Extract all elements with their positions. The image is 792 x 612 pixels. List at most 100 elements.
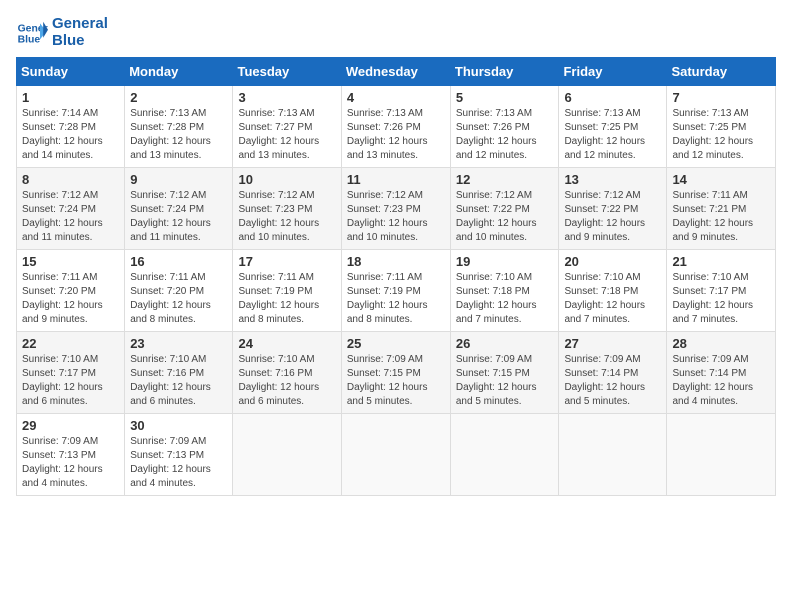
day-info: Sunrise: 7:10 AM Sunset: 7:16 PM Dayligh…: [238, 353, 335, 409]
day-info: Sunrise: 7:10 AM Sunset: 7:18 PM Dayligh…: [564, 271, 661, 327]
calendar-cell: 14 Sunrise: 7:11 AM Sunset: 7:21 PM Dayl…: [667, 168, 776, 250]
day-info: Sunrise: 7:11 AM Sunset: 7:19 PM Dayligh…: [238, 271, 335, 327]
calendar-cell: 7 Sunrise: 7:13 AM Sunset: 7:25 PM Dayli…: [667, 86, 776, 168]
day-number: 6: [564, 90, 661, 105]
calendar-cell: 5 Sunrise: 7:13 AM Sunset: 7:26 PM Dayli…: [450, 86, 559, 168]
calendar-week-row: 8 Sunrise: 7:12 AM Sunset: 7:24 PM Dayli…: [17, 168, 776, 250]
day-info: Sunrise: 7:11 AM Sunset: 7:21 PM Dayligh…: [672, 189, 770, 245]
day-number: 29: [22, 418, 119, 433]
day-number: 9: [130, 172, 227, 187]
day-info: Sunrise: 7:09 AM Sunset: 7:14 PM Dayligh…: [564, 353, 661, 409]
calendar-cell: 24 Sunrise: 7:10 AM Sunset: 7:16 PM Dayl…: [233, 332, 341, 414]
calendar-week-row: 29 Sunrise: 7:09 AM Sunset: 7:13 PM Dayl…: [17, 414, 776, 496]
day-number: 8: [22, 172, 119, 187]
day-number: 10: [238, 172, 335, 187]
calendar-cell: 27 Sunrise: 7:09 AM Sunset: 7:14 PM Dayl…: [559, 332, 667, 414]
calendar-cell: 2 Sunrise: 7:13 AM Sunset: 7:28 PM Dayli…: [125, 86, 233, 168]
calendar-cell: 3 Sunrise: 7:13 AM Sunset: 7:27 PM Dayli…: [233, 86, 341, 168]
day-info: Sunrise: 7:10 AM Sunset: 7:17 PM Dayligh…: [22, 353, 119, 409]
logo-icon: General Blue: [16, 17, 48, 49]
calendar-cell: 10 Sunrise: 7:12 AM Sunset: 7:23 PM Dayl…: [233, 168, 341, 250]
calendar-cell: 17 Sunrise: 7:11 AM Sunset: 7:19 PM Dayl…: [233, 250, 341, 332]
calendar-cell: 4 Sunrise: 7:13 AM Sunset: 7:26 PM Dayli…: [341, 86, 450, 168]
day-info: Sunrise: 7:11 AM Sunset: 7:19 PM Dayligh…: [347, 271, 445, 327]
day-info: Sunrise: 7:12 AM Sunset: 7:24 PM Dayligh…: [22, 189, 119, 245]
day-number: 30: [130, 418, 227, 433]
calendar-week-row: 22 Sunrise: 7:10 AM Sunset: 7:17 PM Dayl…: [17, 332, 776, 414]
weekday-header-saturday: Saturday: [667, 58, 776, 86]
logo: General Blue General Blue: [16, 16, 108, 49]
calendar-cell: [450, 414, 559, 496]
weekday-header-wednesday: Wednesday: [341, 58, 450, 86]
calendar-cell: 6 Sunrise: 7:13 AM Sunset: 7:25 PM Dayli…: [559, 86, 667, 168]
day-number: 12: [456, 172, 554, 187]
day-number: 26: [456, 336, 554, 351]
day-number: 28: [672, 336, 770, 351]
calendar-cell: 13 Sunrise: 7:12 AM Sunset: 7:22 PM Dayl…: [559, 168, 667, 250]
day-number: 18: [347, 254, 445, 269]
calendar-cell: 22 Sunrise: 7:10 AM Sunset: 7:17 PM Dayl…: [17, 332, 125, 414]
day-info: Sunrise: 7:13 AM Sunset: 7:26 PM Dayligh…: [456, 107, 554, 163]
day-number: 15: [22, 254, 119, 269]
calendar-cell: 11 Sunrise: 7:12 AM Sunset: 7:23 PM Dayl…: [341, 168, 450, 250]
calendar-table: SundayMondayTuesdayWednesdayThursdayFrid…: [16, 57, 776, 496]
day-number: 24: [238, 336, 335, 351]
calendar-cell: [559, 414, 667, 496]
day-number: 5: [456, 90, 554, 105]
day-number: 7: [672, 90, 770, 105]
day-number: 23: [130, 336, 227, 351]
day-info: Sunrise: 7:09 AM Sunset: 7:14 PM Dayligh…: [672, 353, 770, 409]
day-number: 13: [564, 172, 661, 187]
day-number: 20: [564, 254, 661, 269]
day-info: Sunrise: 7:12 AM Sunset: 7:24 PM Dayligh…: [130, 189, 227, 245]
day-info: Sunrise: 7:11 AM Sunset: 7:20 PM Dayligh…: [130, 271, 227, 327]
calendar-cell: 15 Sunrise: 7:11 AM Sunset: 7:20 PM Dayl…: [17, 250, 125, 332]
day-number: 2: [130, 90, 227, 105]
day-number: 14: [672, 172, 770, 187]
calendar-cell: 19 Sunrise: 7:10 AM Sunset: 7:18 PM Dayl…: [450, 250, 559, 332]
calendar-week-row: 1 Sunrise: 7:14 AM Sunset: 7:28 PM Dayli…: [17, 86, 776, 168]
calendar-cell: [341, 414, 450, 496]
calendar-cell: 12 Sunrise: 7:12 AM Sunset: 7:22 PM Dayl…: [450, 168, 559, 250]
day-number: 21: [672, 254, 770, 269]
day-number: 22: [22, 336, 119, 351]
day-number: 25: [347, 336, 445, 351]
day-number: 4: [347, 90, 445, 105]
day-info: Sunrise: 7:12 AM Sunset: 7:22 PM Dayligh…: [456, 189, 554, 245]
calendar-cell: 28 Sunrise: 7:09 AM Sunset: 7:14 PM Dayl…: [667, 332, 776, 414]
day-info: Sunrise: 7:12 AM Sunset: 7:23 PM Dayligh…: [238, 189, 335, 245]
calendar-cell: 30 Sunrise: 7:09 AM Sunset: 7:13 PM Dayl…: [125, 414, 233, 496]
day-number: 19: [456, 254, 554, 269]
calendar-cell: 8 Sunrise: 7:12 AM Sunset: 7:24 PM Dayli…: [17, 168, 125, 250]
day-info: Sunrise: 7:09 AM Sunset: 7:13 PM Dayligh…: [22, 435, 119, 491]
day-number: 1: [22, 90, 119, 105]
day-info: Sunrise: 7:10 AM Sunset: 7:17 PM Dayligh…: [672, 271, 770, 327]
day-info: Sunrise: 7:11 AM Sunset: 7:20 PM Dayligh…: [22, 271, 119, 327]
svg-text:Blue: Blue: [18, 34, 41, 45]
day-number: 11: [347, 172, 445, 187]
day-number: 3: [238, 90, 335, 105]
day-info: Sunrise: 7:09 AM Sunset: 7:15 PM Dayligh…: [456, 353, 554, 409]
calendar-cell: 18 Sunrise: 7:11 AM Sunset: 7:19 PM Dayl…: [341, 250, 450, 332]
calendar-cell: 1 Sunrise: 7:14 AM Sunset: 7:28 PM Dayli…: [17, 86, 125, 168]
calendar-cell: 26 Sunrise: 7:09 AM Sunset: 7:15 PM Dayl…: [450, 332, 559, 414]
logo-text-general: General: [52, 16, 108, 33]
weekday-header-row: SundayMondayTuesdayWednesdayThursdayFrid…: [17, 58, 776, 86]
calendar-cell: [233, 414, 341, 496]
day-info: Sunrise: 7:13 AM Sunset: 7:25 PM Dayligh…: [564, 107, 661, 163]
day-info: Sunrise: 7:12 AM Sunset: 7:23 PM Dayligh…: [347, 189, 445, 245]
weekday-header-monday: Monday: [125, 58, 233, 86]
day-info: Sunrise: 7:13 AM Sunset: 7:27 PM Dayligh…: [238, 107, 335, 163]
day-info: Sunrise: 7:13 AM Sunset: 7:25 PM Dayligh…: [672, 107, 770, 163]
calendar-cell: 23 Sunrise: 7:10 AM Sunset: 7:16 PM Dayl…: [125, 332, 233, 414]
day-info: Sunrise: 7:13 AM Sunset: 7:26 PM Dayligh…: [347, 107, 445, 163]
day-info: Sunrise: 7:10 AM Sunset: 7:16 PM Dayligh…: [130, 353, 227, 409]
day-info: Sunrise: 7:09 AM Sunset: 7:15 PM Dayligh…: [347, 353, 445, 409]
day-info: Sunrise: 7:10 AM Sunset: 7:18 PM Dayligh…: [456, 271, 554, 327]
day-info: Sunrise: 7:12 AM Sunset: 7:22 PM Dayligh…: [564, 189, 661, 245]
calendar-cell: 20 Sunrise: 7:10 AM Sunset: 7:18 PM Dayl…: [559, 250, 667, 332]
weekday-header-tuesday: Tuesday: [233, 58, 341, 86]
calendar-cell: 21 Sunrise: 7:10 AM Sunset: 7:17 PM Dayl…: [667, 250, 776, 332]
calendar-cell: 29 Sunrise: 7:09 AM Sunset: 7:13 PM Dayl…: [17, 414, 125, 496]
logo-text-blue: Blue: [52, 33, 108, 50]
